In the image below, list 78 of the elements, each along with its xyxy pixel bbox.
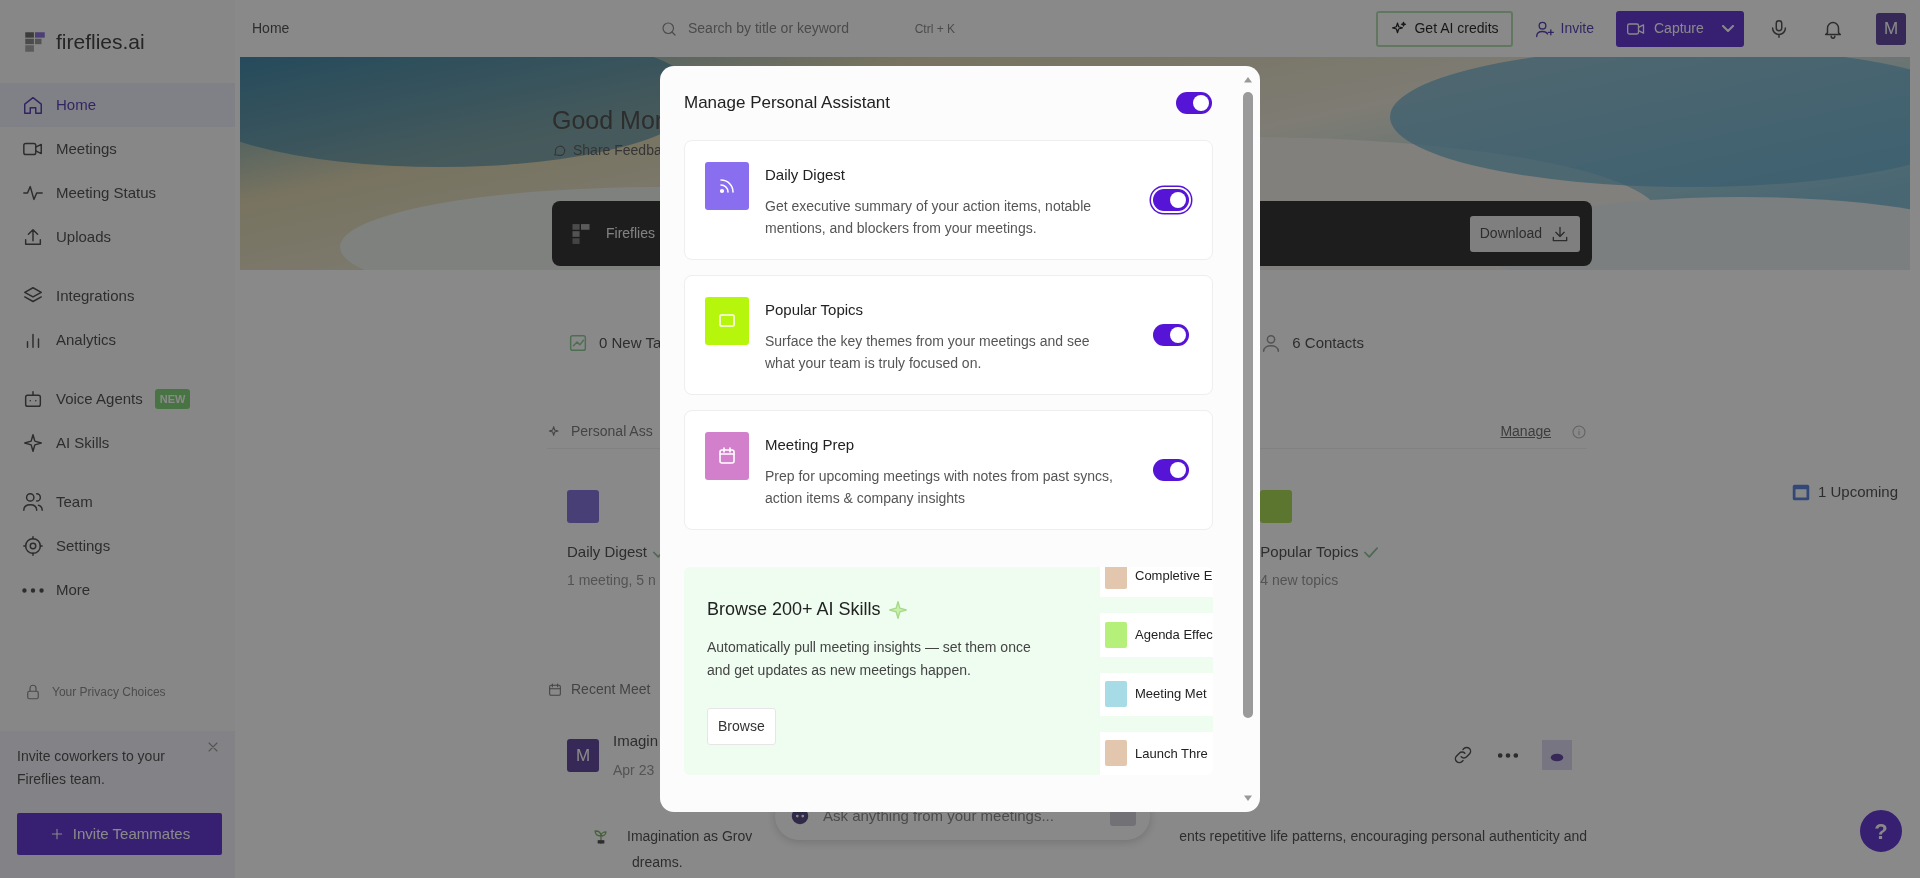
search-icon bbox=[660, 19, 678, 38]
new-badge: NEW bbox=[154, 388, 191, 410]
more-icon bbox=[22, 587, 44, 593]
robot-icon bbox=[22, 388, 44, 410]
sparkle-icon bbox=[886, 598, 909, 621]
feature-description: Get executive summary of your action items, notable mentions, and blockers from your meetings. bbox=[765, 196, 1093, 238]
sidebar-item[interactable]: Voice Agents NEW bbox=[0, 377, 235, 421]
thumbnail-icon bbox=[1542, 740, 1572, 771]
browse-button[interactable]: Browse bbox=[707, 708, 776, 745]
user-avatar[interactable]: M bbox=[1876, 12, 1906, 45]
sidebar-item[interactable]: Analytics bbox=[0, 318, 235, 362]
capture-button[interactable]: Capture bbox=[1616, 10, 1744, 47]
search-field[interactable]: Search by title or keyword bbox=[686, 17, 907, 40]
assistant-icon bbox=[1260, 490, 1293, 523]
browse-description: Automatically pull meeting insights — set them once and get updates as new meetings happen. bbox=[707, 638, 1032, 680]
lock-icon bbox=[24, 683, 42, 701]
more-icon bbox=[1498, 752, 1518, 758]
feature-description: Prep for upcoming meetings with notes from past syncs, action items & company insights bbox=[765, 466, 1114, 508]
summary-text: Imagination as Grov bbox=[627, 827, 753, 846]
sidebar-item[interactable]: Meetings bbox=[0, 127, 235, 171]
sidebar-item[interactable]: More bbox=[0, 568, 235, 612]
toggle-switch[interactable] bbox=[1153, 189, 1189, 211]
stat-label: 0 New Ta bbox=[599, 332, 662, 353]
meeting-avatar: M bbox=[567, 738, 599, 772]
upcoming-label: 1 Upcoming bbox=[1817, 482, 1898, 502]
summary-text: dreams. bbox=[632, 853, 683, 872]
manage-link[interactable]: Manage bbox=[1500, 421, 1551, 442]
skill-item[interactable]: Launch Thre bbox=[1100, 731, 1213, 775]
shortcut-hint: Ctrl + K bbox=[914, 20, 955, 38]
meeting-title[interactable]: Imagin bbox=[613, 729, 659, 752]
sidebar-item[interactable]: Integrations bbox=[0, 274, 235, 318]
card-title: Popular Topics bbox=[1260, 542, 1359, 562]
breadcrumb: Home bbox=[252, 19, 291, 38]
privacy-link[interactable]: Your Privacy Choices bbox=[52, 683, 166, 701]
help-button[interactable]: ? bbox=[1857, 807, 1905, 855]
invite-teammates-button[interactable]: Invite Teammates bbox=[17, 813, 222, 855]
sidebar-item[interactable]: Settings bbox=[0, 524, 235, 568]
toggle-switch[interactable] bbox=[1153, 459, 1189, 481]
banner-title: Fireflies bbox=[606, 224, 655, 243]
check-icon bbox=[1364, 546, 1379, 558]
toggle-switch[interactable] bbox=[1176, 92, 1212, 114]
browse-title: Browse 200+ AI Skills bbox=[707, 598, 881, 621]
settings-icon bbox=[22, 535, 44, 557]
info-icon bbox=[1571, 423, 1587, 440]
sidebar-item[interactable]: AI Skills bbox=[0, 421, 235, 465]
credits-button[interactable]: Get AI credits bbox=[1376, 10, 1513, 47]
toggle-switch[interactable] bbox=[1153, 324, 1189, 346]
tasks-icon bbox=[567, 332, 589, 354]
people-icon bbox=[22, 491, 44, 513]
sidebar-item[interactable]: Uploads bbox=[0, 215, 235, 259]
app-logo: fireflies.ai bbox=[56, 28, 145, 55]
invite-button[interactable]: Invite bbox=[1528, 17, 1600, 40]
skill-item[interactable]: Meeting Met bbox=[1100, 672, 1213, 716]
modal-title: Manage Personal Assistant bbox=[684, 92, 890, 115]
upload-icon bbox=[22, 226, 44, 248]
section-title: Recent Meet bbox=[571, 680, 651, 699]
summary-text: ents repetitive life patterns, encouraging personal authenticity and bbox=[1179, 827, 1587, 846]
download-button[interactable]: Download bbox=[1469, 215, 1580, 252]
sparkle-icon bbox=[22, 432, 44, 454]
feature-title: Popular Topics bbox=[765, 300, 865, 320]
invite-text: Invite coworkers to your Fireflies team. bbox=[17, 747, 166, 789]
sidebar-item[interactable]: Home bbox=[0, 83, 235, 127]
sidebar-item[interactable]: Meeting Status bbox=[0, 171, 235, 215]
home-icon bbox=[22, 94, 44, 116]
sidebar-item[interactable]: Team bbox=[0, 480, 235, 524]
feedback-link[interactable]: Share Feedba bbox=[573, 140, 662, 161]
feature-title: Meeting Prep bbox=[765, 435, 856, 455]
more-button[interactable] bbox=[1498, 752, 1518, 758]
caret-icon bbox=[1722, 25, 1734, 32]
assistant-icon bbox=[567, 490, 599, 523]
stat-label: 6 Contacts bbox=[1292, 332, 1365, 353]
skill-item[interactable]: Completive E bbox=[1100, 567, 1213, 598]
card-title: Daily Digest bbox=[567, 542, 648, 562]
section-title: Personal Ass bbox=[571, 422, 653, 441]
calendar-icon bbox=[547, 681, 563, 698]
feature-title: Daily Digest bbox=[765, 165, 847, 185]
skill-item[interactable]: Agenda Effec bbox=[1100, 613, 1213, 657]
feature-description: Surface the key themes from your meetings and see what your team is truly focused on. bbox=[765, 331, 1091, 373]
